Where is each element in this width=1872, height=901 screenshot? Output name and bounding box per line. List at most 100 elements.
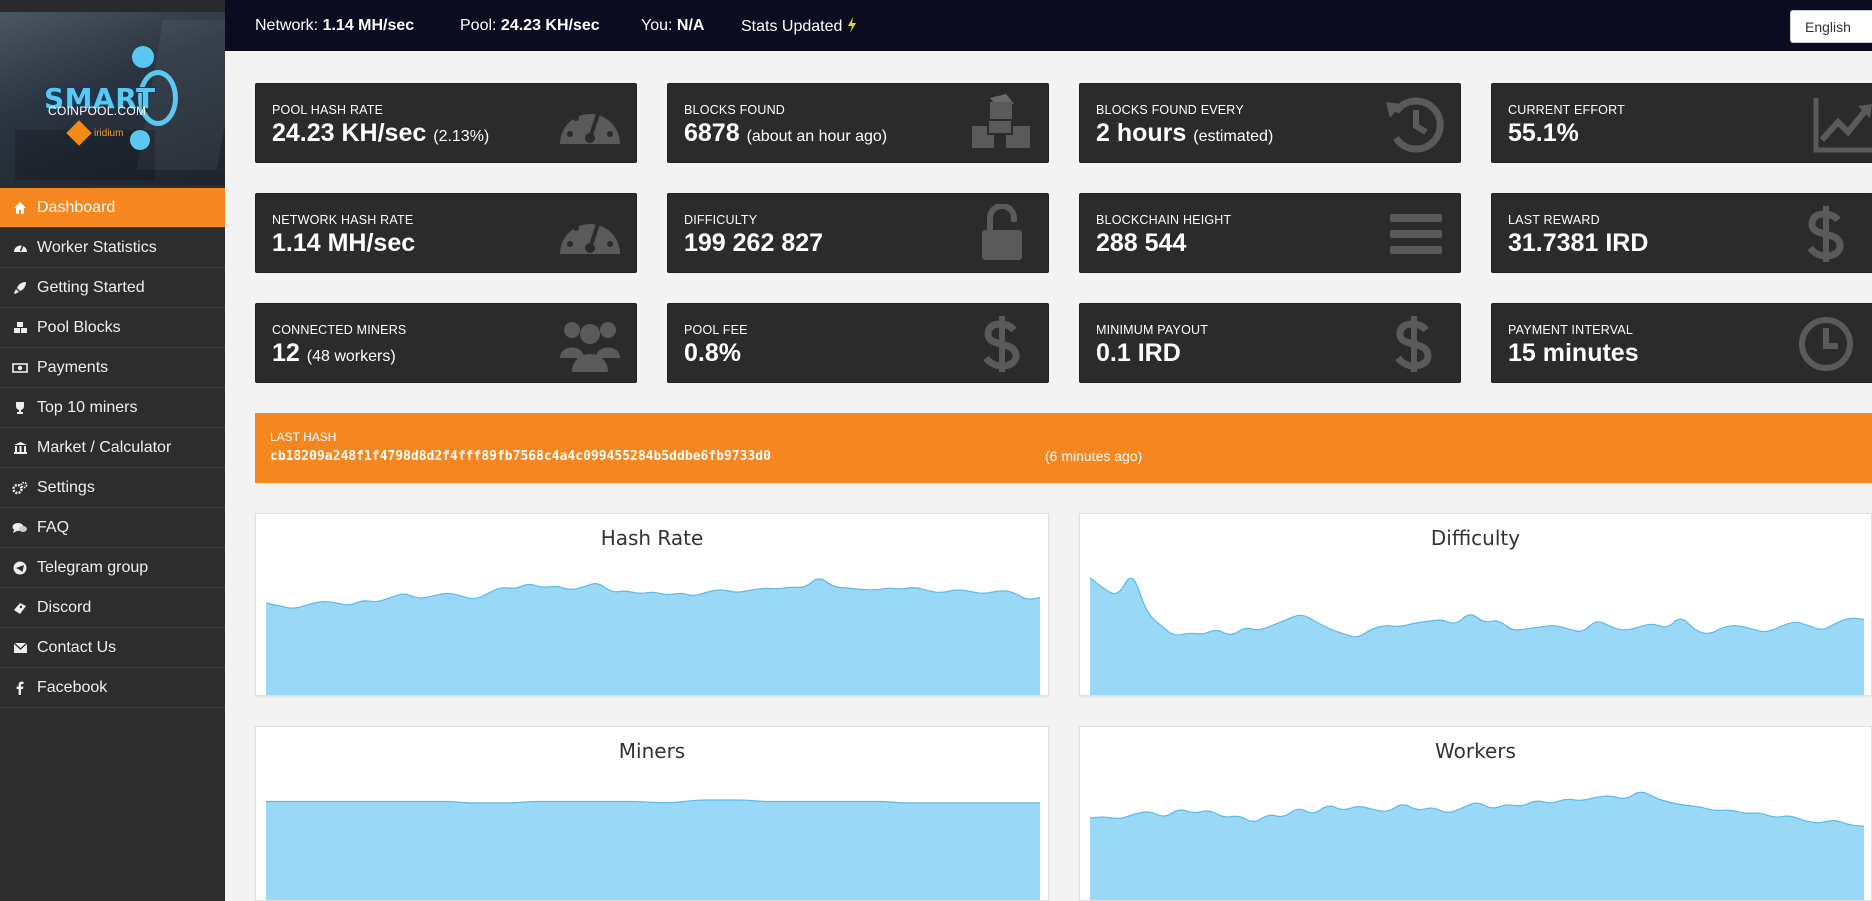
chart-area: [1090, 577, 1864, 695]
card-value-main: 31.7381 IRD: [1508, 229, 1649, 257]
card-value: 199 262 827: [684, 229, 823, 258]
chart-plot: [1090, 791, 1864, 900]
stats-updated-label: Stats Updated: [741, 18, 843, 35]
last-hash-time: (6 minutes ago): [1045, 448, 1143, 464]
sidebar-item-getting-started[interactable]: Getting Started: [0, 268, 225, 308]
hash-rate-chart: Hash Rate: [255, 513, 1049, 696]
miners-chart: Miners: [255, 726, 1049, 901]
chart-area: [1090, 792, 1864, 900]
language-value: English: [1805, 18, 1851, 35]
sidebar-item-telegram-group[interactable]: Telegram group: [0, 548, 225, 588]
bolt-icon: [847, 17, 856, 33]
sidebar-item-label: Getting Started: [37, 278, 145, 296]
card-label: NETWORK HASH RATE: [272, 213, 414, 227]
logo-coin-name: iridium: [94, 128, 124, 139]
card-label: PAYMENT INTERVAL: [1508, 323, 1633, 337]
card-value-extra: (estimated): [1193, 128, 1274, 145]
money-icon: [12, 360, 28, 376]
sidebar-item-contact-us[interactable]: Contact Us: [0, 628, 225, 668]
sidebar-item-label: FAQ: [37, 518, 70, 536]
you-value: N/A: [676, 17, 705, 34]
cubes-icon: [12, 320, 28, 336]
card-label: DIFFICULTY: [684, 213, 758, 227]
card-label: POOL FEE: [684, 323, 748, 337]
chart-area: [266, 800, 1040, 900]
card-label: MINIMUM PAYOUT: [1096, 323, 1209, 337]
chart-title: Miners: [618, 739, 686, 763]
card-minimum-payout: MINIMUM PAYOUT 0.1 IRD: [1079, 303, 1461, 383]
card-value-main: 2 hours: [1096, 119, 1187, 147]
card-value: 2 hours (estimated): [1096, 119, 1273, 148]
sidebar-item-worker-statistics[interactable]: Worker Statistics: [0, 228, 225, 268]
card-value: 15 minutes: [1508, 339, 1639, 368]
workers-chart: Workers: [1079, 726, 1872, 901]
last-hash-value[interactable]: cb18209a248f1f4798d8d2f4fff89fb7568c4a4c…: [270, 449, 771, 464]
card-pool-fee: POOL FEE 0.8%: [667, 303, 1049, 383]
sidebar-item-facebook[interactable]: Facebook: [0, 668, 225, 708]
chart-title: Workers: [1435, 739, 1516, 763]
card-value-main: 15 minutes: [1508, 339, 1639, 367]
card-last-reward: LAST REWARD 31.7381 IRD: [1491, 193, 1872, 273]
sidebar-item-label: Dashboard: [37, 198, 116, 216]
sidebar-item-label: Worker Statistics: [37, 238, 157, 256]
pool-stat: Pool: 24.23 KH/sec: [460, 17, 600, 35]
card-value-main: 199 262 827: [684, 229, 824, 257]
card-value: 24.23 KH/sec (2.13%): [272, 119, 489, 148]
difficulty-chart: Difficulty: [1079, 513, 1872, 696]
card-label: CURRENT EFFORT: [1508, 103, 1625, 117]
last-hash-banner: LAST HASH cb18209a248f1f4798d8d2f4fff89f…: [255, 413, 1872, 483]
sidebar-item-pool-blocks[interactable]: Pool Blocks: [0, 308, 225, 348]
card-payment-interval: PAYMENT INTERVAL 15 minutes: [1491, 303, 1872, 383]
sidebar-item-label: Contact Us: [37, 638, 117, 656]
tachometer-icon: [560, 218, 620, 254]
card-value: 6878 (about an hour ago): [684, 119, 887, 148]
app-root: SMART COINPOOL.COM iridium Dashboard Wor…: [0, 0, 1872, 901]
bars-icon: [1390, 214, 1442, 254]
card-network-hash-rate: NETWORK HASH RATE 1.14 MH/sec: [255, 193, 637, 273]
chart-plot: [266, 799, 1040, 900]
sidebar-item-label: Market / Calculator: [37, 438, 172, 456]
chart-area: [266, 578, 1040, 695]
logo-sub-text: COINPOOL.COM: [48, 104, 147, 118]
you-stat: You: N/A: [641, 17, 704, 35]
sidebar-menu: Dashboard Worker Statistics Getting Star…: [0, 188, 225, 708]
sidebar-item-discord[interactable]: Discord: [0, 588, 225, 628]
comments-icon: [12, 520, 28, 536]
sidebar-item-label: Top 10 miners: [37, 398, 138, 416]
you-label: You:: [641, 17, 673, 34]
sidebar-item-dashboard[interactable]: Dashboard: [0, 188, 225, 228]
card-value: 1.14 MH/sec: [272, 229, 415, 258]
clock-icon: [1799, 317, 1853, 371]
card-value: 12 (48 workers): [272, 339, 396, 368]
card-connected-miners: CONNECTED MINERS 12 (48 workers): [255, 303, 637, 383]
network-label: Network:: [255, 17, 319, 34]
card-value: 55.1%: [1508, 119, 1579, 148]
unlock-icon: [982, 204, 1022, 260]
card-value: 288 544: [1096, 229, 1186, 258]
line-chart-icon: [1813, 98, 1872, 153]
dollar-icon: [983, 316, 1020, 372]
dollar-icon: [1807, 206, 1844, 262]
card-value-main: 24.23 KH/sec: [272, 119, 427, 147]
sidebar-item-settings[interactable]: Settings: [0, 468, 225, 508]
home-icon: [12, 200, 28, 216]
pool-label: Pool:: [460, 17, 497, 34]
language-select[interactable]: English: [1790, 10, 1872, 43]
card-value-main: 6878: [684, 119, 740, 147]
logo[interactable]: SMART COINPOOL.COM iridium: [0, 0, 225, 185]
sidebar-item-market-calculator[interactable]: Market / Calculator: [0, 428, 225, 468]
sidebar-item-faq[interactable]: FAQ: [0, 508, 225, 548]
logo-top-strip: [0, 0, 225, 12]
dollar-icon: [1395, 316, 1432, 372]
logo-dot: [130, 130, 150, 150]
card-value-main: 1.14 MH/sec: [272, 229, 416, 257]
gears-icon: [12, 480, 28, 496]
card-difficulty: DIFFICULTY 199 262 827: [667, 193, 1049, 273]
top-stats-bar: Network: 1.14 MH/sec Pool: 24.23 KH/sec …: [225, 0, 1872, 51]
pool-value: 24.23 KH/sec: [500, 17, 600, 34]
sidebar-item-payments[interactable]: Payments: [0, 348, 225, 388]
sidebar-item-label: Pool Blocks: [37, 318, 121, 336]
card-pool-hash-rate: POOL HASH RATE 24.23 KH/sec (2.13%): [255, 83, 637, 163]
chart-title: Difficulty: [1430, 526, 1521, 550]
sidebar-item-top-10-miners[interactable]: Top 10 miners: [0, 388, 225, 428]
